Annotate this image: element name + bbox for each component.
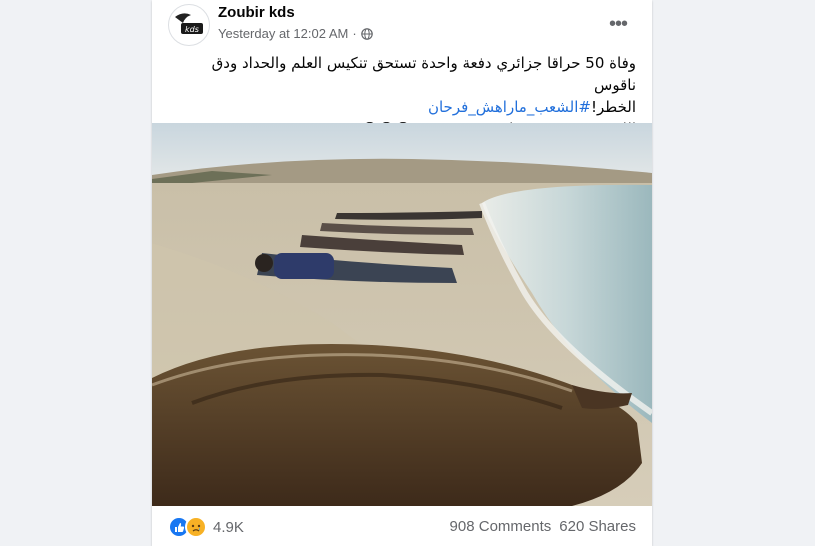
post-stats: 908 Comments 620 Shares: [450, 518, 636, 535]
post-text-line-2: الخطر!#الشعب_ماراهش_فرحان: [168, 96, 636, 118]
sad-icon: [185, 516, 207, 538]
globe-icon[interactable]: [360, 27, 373, 40]
author-name[interactable]: Zoubir kds: [218, 4, 295, 21]
avatar[interactable]: kds: [168, 4, 210, 46]
post-header: kds Zoubir kds Yesterday at 12:02 AM · •…: [152, 0, 652, 48]
reaction-count: 4.9K: [213, 518, 244, 536]
post-footer: 4.9K 908 Comments 620 Shares: [152, 506, 652, 546]
meta-separator: ·: [352, 26, 357, 41]
post-meta: Yesterday at 12:02 AM ·: [218, 26, 373, 41]
post-text-line-1: وفاة 50 حراقا جزائري دفعة واحدة تستحق تن…: [211, 54, 636, 94]
kds-logo-icon: kds: [175, 13, 203, 34]
beach-photo-image: [152, 123, 652, 506]
shares-count[interactable]: 620 Shares: [559, 518, 636, 535]
comments-count[interactable]: 908 Comments: [450, 518, 552, 535]
reactions-summary[interactable]: 4.9K: [168, 516, 244, 538]
more-options-icon[interactable]: •••: [604, 10, 632, 38]
post-timestamp[interactable]: Yesterday at 12:02 AM: [218, 26, 348, 41]
svg-text:kds: kds: [185, 25, 199, 34]
post-text-prefix: الخطر!: [590, 98, 636, 116]
hashtag-link[interactable]: #الشعب_ماراهش_فرحان: [428, 98, 591, 116]
post-photo[interactable]: [152, 123, 652, 506]
post-card: kds Zoubir kds Yesterday at 12:02 AM · •…: [152, 0, 652, 546]
